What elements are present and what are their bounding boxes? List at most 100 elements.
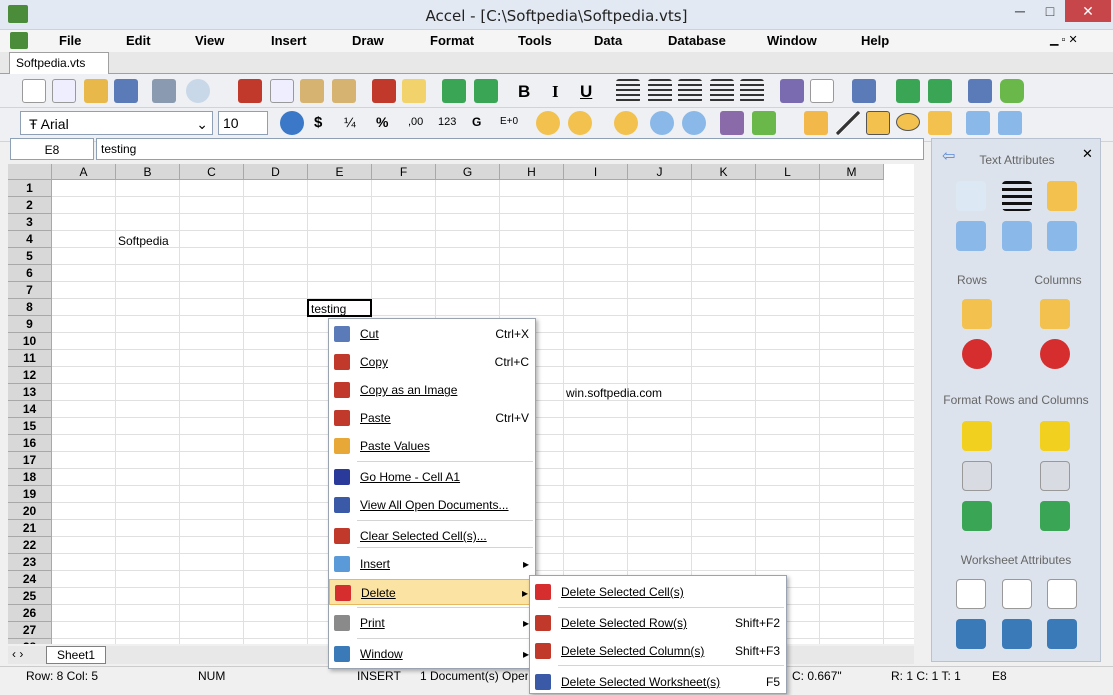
sum-menu-icon[interactable]	[568, 111, 592, 135]
close-doc-icon[interactable]	[968, 79, 992, 103]
font-style-icon[interactable]	[956, 181, 986, 211]
delete-cells-icon[interactable]	[1047, 221, 1077, 251]
row-height-icon[interactable]	[962, 421, 992, 451]
menu-data[interactable]: Data	[594, 33, 622, 48]
zoom-out-icon[interactable]	[682, 111, 706, 135]
freeform-icon[interactable]	[928, 111, 952, 135]
row-header-3[interactable]: 3	[8, 214, 52, 231]
row-header-19[interactable]: 19	[8, 486, 52, 503]
row-header-1[interactable]: 1	[8, 180, 52, 197]
column-header-e[interactable]: E	[308, 164, 372, 180]
delete-column-icon[interactable]	[1040, 339, 1070, 369]
submenu-item-delete-columns[interactable]: Delete Selected Column(s) Shift+F3	[530, 638, 786, 664]
sort-asc-icon[interactable]	[896, 79, 920, 103]
copy-doc-icon[interactable]	[52, 79, 76, 103]
menu-window[interactable]: Window	[767, 33, 817, 48]
column-apply-icon[interactable]	[1040, 501, 1070, 531]
insert-column-icon[interactable]	[1040, 299, 1070, 329]
protect-worksheet-icon[interactable]	[1002, 619, 1032, 649]
menu-tools[interactable]: Tools	[518, 33, 552, 48]
column-header-i[interactable]: I	[564, 164, 628, 180]
formula-input[interactable]: testing	[96, 138, 924, 160]
column-width-icon[interactable]	[1040, 421, 1070, 451]
menu-insert[interactable]: Insert	[271, 33, 306, 48]
close-button[interactable]: ✕	[1065, 0, 1111, 22]
row-header-20[interactable]: 20	[8, 503, 52, 520]
menu-database[interactable]: Database	[668, 33, 726, 48]
unprotect-worksheet-icon[interactable]	[1047, 619, 1077, 649]
exponent-button[interactable]: E+0	[500, 116, 518, 127]
column-header-l[interactable]: L	[756, 164, 820, 180]
add-worksheet-icon[interactable]	[956, 579, 986, 609]
form-icon[interactable]	[810, 79, 834, 103]
row-header-27[interactable]: 27	[8, 622, 52, 639]
corner-header[interactable]	[8, 164, 52, 180]
row-header-21[interactable]: 21	[8, 520, 52, 537]
cell-i13[interactable]: win.softpedia.com	[566, 386, 662, 400]
sort-desc-icon[interactable]	[928, 79, 952, 103]
spellcheck-icon[interactable]	[372, 79, 396, 103]
table-icon[interactable]	[852, 79, 876, 103]
export-icon[interactable]	[998, 111, 1022, 135]
print-icon[interactable]	[152, 79, 176, 103]
redo-icon[interactable]	[474, 79, 498, 103]
row-header-7[interactable]: 7	[8, 282, 52, 299]
row-header-28[interactable]: 28	[8, 639, 52, 644]
edit-icon[interactable]	[402, 79, 426, 103]
menu-edit[interactable]: Edit	[126, 33, 151, 48]
column-header-g[interactable]: G	[436, 164, 500, 180]
decimal-button[interactable]: ,00	[408, 116, 423, 128]
column-header-k[interactable]: K	[692, 164, 756, 180]
help-icon[interactable]	[1000, 79, 1024, 103]
text-align-icon[interactable]	[1002, 181, 1032, 211]
print-preview-icon[interactable]	[186, 79, 210, 103]
import-icon[interactable]	[966, 111, 990, 135]
column-header-b[interactable]: B	[116, 164, 180, 180]
menu-item-print[interactable]: Print ▸	[329, 610, 535, 636]
open-folder-icon[interactable]	[84, 79, 108, 103]
menu-draw[interactable]: Draw	[352, 33, 384, 48]
minimize-button[interactable]: ─	[1005, 0, 1035, 22]
row-header-15[interactable]: 15	[8, 418, 52, 435]
underline-button[interactable]: U	[580, 82, 592, 102]
row-header-17[interactable]: 17	[8, 452, 52, 469]
row-header-18[interactable]: 18	[8, 469, 52, 486]
font-size-stepper[interactable]: 10	[218, 111, 268, 135]
menu-file[interactable]: File	[59, 33, 81, 48]
back-arrow-icon[interactable]: ⇦	[942, 146, 955, 166]
row-header-2[interactable]: 2	[8, 197, 52, 214]
row-header-24[interactable]: 24	[8, 571, 52, 588]
zoom-in-icon[interactable]	[650, 111, 674, 135]
row-header-10[interactable]: 10	[8, 333, 52, 350]
menu-view[interactable]: View	[195, 33, 224, 48]
rectangle-icon[interactable]	[866, 111, 890, 135]
column-header-j[interactable]: J	[628, 164, 692, 180]
menu-item-copy-as-image[interactable]: Copy as an Image	[329, 377, 535, 403]
align-right-icon[interactable]	[678, 79, 702, 103]
undo-icon[interactable]	[442, 79, 466, 103]
paste-special-icon[interactable]	[332, 79, 356, 103]
menu-item-view-all-documents[interactable]: View All Open Documents...	[329, 492, 535, 518]
insert-row-icon[interactable]	[962, 299, 992, 329]
currency-button[interactable]: $	[314, 114, 322, 131]
validate-icon[interactable]	[752, 111, 776, 135]
info-icon[interactable]	[280, 111, 304, 135]
remove-worksheet-icon[interactable]	[1002, 579, 1032, 609]
menu-item-cut[interactable]: Cut Ctrl+X	[329, 321, 535, 347]
delete-row-icon[interactable]	[962, 339, 992, 369]
menu-item-paste[interactable]: Paste Ctrl+V	[329, 405, 535, 431]
menu-item-copy[interactable]: Copy Ctrl+C	[329, 349, 535, 375]
justify-icon[interactable]	[710, 79, 734, 103]
submenu-item-delete-worksheets[interactable]: Delete Selected Worksheet(s) F5	[530, 669, 786, 695]
insert-cells-icon[interactable]	[956, 221, 986, 251]
mdi-controls[interactable]: ▁ ▫ ✕	[1050, 33, 1078, 46]
menu-item-delete[interactable]: Delete ▸	[329, 579, 535, 605]
row-header-12[interactable]: 12	[8, 367, 52, 384]
merge-icon[interactable]	[740, 79, 764, 103]
column-header-h[interactable]: H	[500, 164, 564, 180]
text-effect-icon[interactable]	[1047, 181, 1077, 211]
row-header-16[interactable]: 16	[8, 435, 52, 452]
general-button[interactable]: G	[472, 115, 481, 129]
new-icon[interactable]	[22, 79, 46, 103]
menu-item-go-home[interactable]: Go Home - Cell A1	[329, 464, 535, 490]
